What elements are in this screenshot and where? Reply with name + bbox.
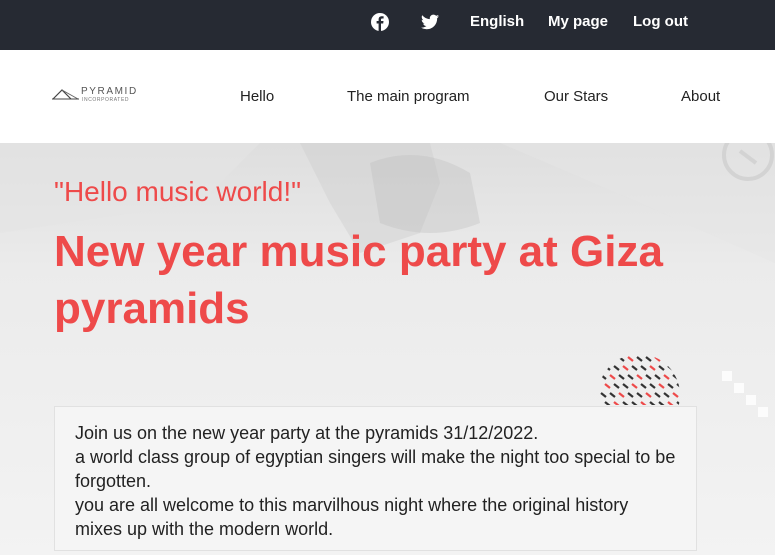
- decorative-dash: [631, 383, 638, 389]
- decorative-dash: [658, 365, 665, 371]
- decorative-dash: [604, 383, 611, 389]
- logo-sub-text: INCORPORATED: [82, 97, 130, 103]
- decorative-dash: [600, 374, 607, 380]
- decorative-dash: [649, 383, 656, 389]
- decorative-dash: [654, 374, 661, 380]
- nav-item-our-stars[interactable]: Our Stars: [544, 88, 608, 105]
- pyramid-logo-icon: [52, 89, 79, 100]
- decorative-dots-pattern: [600, 356, 680, 405]
- pyramid-logo[interactable]: PYRAMID INCORPORATED: [52, 86, 142, 106]
- decorative-dash: [676, 383, 680, 389]
- decorative-dash: [645, 356, 652, 362]
- decorative-dash: [663, 356, 670, 362]
- decorative-dash: [613, 365, 620, 371]
- my-page-link[interactable]: My page: [548, 0, 608, 44]
- decorative-dash: [667, 401, 674, 405]
- decorative-dash: [640, 383, 647, 389]
- description-line: a world class group of egyptian singers …: [75, 447, 676, 491]
- decorative-dash: [622, 401, 629, 405]
- logo-brand-text: PYRAMID: [81, 86, 138, 97]
- decorative-dash: [613, 383, 620, 389]
- decorative-dash: [654, 392, 661, 398]
- decorative-dash: [636, 392, 643, 398]
- decorative-dash: [667, 383, 674, 389]
- twitter-icon[interactable]: [421, 14, 439, 30]
- decorative-dash: [672, 392, 679, 398]
- decorative-dash: [672, 374, 679, 380]
- decorative-dash: [613, 401, 620, 405]
- decorative-dash: [645, 392, 652, 398]
- language-selector[interactable]: English: [470, 0, 524, 44]
- facebook-icon[interactable]: [371, 13, 389, 31]
- decorative-dash: [618, 356, 625, 362]
- decorative-dash: [636, 374, 643, 380]
- decorative-dash: [627, 392, 634, 398]
- decorative-dash: [618, 392, 625, 398]
- decorative-dash: [654, 356, 661, 362]
- decorative-dash: [663, 392, 670, 398]
- decorative-dash: [609, 356, 616, 362]
- decorative-dash: [631, 401, 638, 405]
- decorative-dash: [640, 401, 647, 405]
- nav-item-main-program[interactable]: The main program: [347, 88, 470, 105]
- decorative-dash: [600, 356, 607, 362]
- nav-item-hello[interactable]: Hello: [240, 88, 274, 105]
- decorative-dash: [649, 365, 656, 371]
- decorative-dash: [645, 374, 652, 380]
- top-bar: English My page Log out: [0, 0, 775, 50]
- decorative-dash: [672, 356, 679, 362]
- decorative-dash: [676, 401, 680, 405]
- decorative-dash: [667, 365, 674, 371]
- decorative-dash: [676, 365, 680, 371]
- decorative-dash: [609, 374, 616, 380]
- decorative-dash: [663, 374, 670, 380]
- event-description-card: Join us on the new year party at the pyr…: [54, 406, 697, 551]
- decorative-dash: [627, 356, 634, 362]
- decorative-dash: [618, 374, 625, 380]
- decorative-dash: [604, 401, 611, 405]
- decorative-dash: [600, 392, 607, 398]
- decorative-dash: [658, 401, 665, 405]
- main-navbar: PYRAMID INCORPORATED Hello The main prog…: [0, 50, 775, 143]
- decorative-dash: [627, 374, 634, 380]
- decorative-dash: [636, 356, 643, 362]
- decorative-dash: [658, 383, 665, 389]
- decorative-dash: [649, 401, 656, 405]
- decorative-dash: [640, 365, 647, 371]
- hero-quote: "Hello music world!": [54, 176, 302, 207]
- hero-section: "Hello music world!" New year music part…: [0, 143, 775, 555]
- decorative-dash: [609, 392, 616, 398]
- nav-item-about[interactable]: About: [681, 88, 720, 105]
- decorative-dash: [631, 365, 638, 371]
- description-line: you are all welcome to this marvilhous n…: [75, 495, 629, 539]
- decorative-dash: [622, 383, 629, 389]
- decorative-dash: [604, 365, 611, 371]
- decorative-dash: [622, 365, 629, 371]
- logout-link[interactable]: Log out: [633, 0, 688, 44]
- hero-title: New year music party at Giza pyramids: [54, 227, 663, 333]
- description-line: Join us on the new year party at the pyr…: [75, 423, 539, 443]
